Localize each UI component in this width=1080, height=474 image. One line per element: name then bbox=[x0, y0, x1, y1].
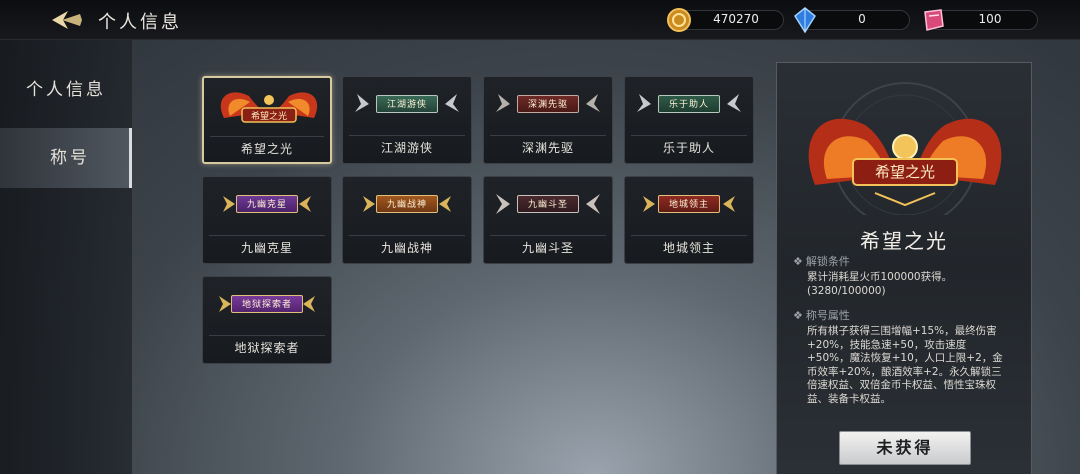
gem-amount: 100 bbox=[978, 12, 1002, 26]
title-badge-art: 江湖游侠 bbox=[343, 77, 471, 135]
title-card-nether-saint[interactable]: 九幽斗圣 九幽斗圣 bbox=[483, 176, 613, 264]
title-name: 乐于助人 bbox=[662, 141, 715, 155]
page-title: 个人信息 bbox=[98, 12, 182, 33]
title-name: 地狱探索者 bbox=[234, 341, 300, 355]
wing-ornament-icon bbox=[359, 192, 377, 216]
title-attributes-text: 所有棋子获得三围增幅+15%，最终伤害+20%，技能急速+50，攻击速度+50%… bbox=[807, 325, 1003, 405]
detail-title: 希望之光 bbox=[860, 229, 948, 253]
unobtained-button[interactable]: 未获得 bbox=[839, 431, 971, 465]
gold-amount: 470270 bbox=[713, 12, 759, 26]
title-badge: 九幽克星 bbox=[235, 195, 299, 213]
card-divider bbox=[631, 135, 747, 136]
title-badge: 深渊先驱 bbox=[516, 95, 580, 113]
unlock-condition-text: 累计消耗星火币100000获得。(3280/100000) bbox=[807, 271, 953, 297]
title-card-abyss-pioneer[interactable]: 深渊先驱 深渊先驱 bbox=[483, 76, 613, 164]
title-badge: 地狱探索者 bbox=[230, 295, 304, 313]
wing-ornament-icon bbox=[721, 192, 739, 216]
wing-ornament-icon bbox=[494, 192, 512, 216]
card-divider bbox=[349, 135, 465, 136]
wing-ornament-icon bbox=[297, 192, 315, 216]
title-card-jianghu-ranger[interactable]: 江湖游侠 江湖游侠 bbox=[342, 76, 472, 164]
title-badge-art: 地城领主 bbox=[625, 177, 753, 235]
title-detail-panel: 希望之光 希望之光 ❖ 解锁条件 累计消耗星火币100000获得。(3280/10… bbox=[776, 62, 1032, 474]
title-name: 深渊先驱 bbox=[521, 141, 574, 155]
crystal-amount: 0 bbox=[858, 12, 866, 26]
gold-currency: 470270 bbox=[667, 8, 784, 32]
title-badge-art: 希望之光 bbox=[204, 78, 330, 136]
wing-ornament-icon bbox=[443, 92, 461, 116]
title-badge: 江湖游侠 bbox=[375, 95, 439, 113]
title-name: 九幽战神 bbox=[380, 241, 433, 255]
title-badge-art: 地狱探索者 bbox=[203, 277, 331, 335]
wing-ornament-icon bbox=[353, 92, 371, 116]
diamond-bullet-icon: ❖ bbox=[793, 309, 803, 322]
title-emblem-art: 希望之光 bbox=[808, 82, 1002, 215]
title-name: 江湖游侠 bbox=[380, 141, 433, 155]
top-bar: 个人信息 470270 0 100 bbox=[0, 0, 1080, 40]
title-badge-art: 九幽战神 bbox=[343, 177, 471, 235]
card-divider bbox=[210, 136, 324, 137]
title-badge: 九幽斗圣 bbox=[516, 195, 580, 213]
card-divider bbox=[631, 235, 747, 236]
title-card-helpful[interactable]: 乐于助人 乐于助人 bbox=[624, 76, 754, 164]
title-name: 地城领主 bbox=[662, 241, 715, 255]
wing-ornament-icon bbox=[494, 92, 512, 116]
title-name: 希望之光 bbox=[240, 142, 293, 156]
title-badge-art: 乐于助人 bbox=[625, 77, 753, 135]
title-badge: 地城领主 bbox=[657, 195, 721, 213]
unlock-condition-label: ❖ 解锁条件 bbox=[793, 255, 850, 268]
title-card-dungeon-lord[interactable]: 地城领主 地城领主 bbox=[624, 176, 754, 264]
title-card-nether-bane[interactable]: 九幽克星 九幽克星 bbox=[202, 176, 332, 264]
tab-personal-info[interactable]: 个人信息 bbox=[0, 60, 132, 120]
title-name: 九幽克星 bbox=[240, 241, 293, 255]
wing-ornament-icon bbox=[584, 92, 602, 116]
gem-currency: 100 bbox=[924, 9, 1038, 31]
wing-ornament-icon bbox=[584, 192, 602, 216]
wing-ornament-icon bbox=[725, 92, 743, 116]
title-badge: 乐于助人 bbox=[657, 95, 721, 113]
wing-ornament-icon bbox=[639, 192, 657, 216]
back-arrow-icon[interactable] bbox=[50, 9, 84, 31]
diamond-bullet-icon: ❖ bbox=[793, 255, 803, 268]
title-card-nether-war-god[interactable]: 九幽战神 九幽战神 bbox=[342, 176, 472, 264]
wing-ornament-icon bbox=[437, 192, 455, 216]
title-badge-art: 九幽克星 bbox=[203, 177, 331, 235]
title-card-hell-explorer[interactable]: 地狱探索者 地狱探索者 bbox=[202, 276, 332, 364]
card-divider bbox=[490, 235, 606, 236]
card-divider bbox=[349, 235, 465, 236]
title-name: 九幽斗圣 bbox=[521, 241, 574, 255]
wing-ornament-icon bbox=[219, 192, 237, 216]
card-divider bbox=[209, 335, 325, 336]
card-divider bbox=[490, 135, 606, 136]
title-card-hope-light[interactable]: 希望之光 希望之光 bbox=[202, 76, 332, 164]
card-divider bbox=[209, 235, 325, 236]
title-badge-art: 九幽斗圣 bbox=[484, 177, 612, 235]
badge-label: 希望之光 bbox=[251, 110, 287, 122]
crystal-currency: 0 bbox=[794, 7, 910, 34]
wing-ornament-icon bbox=[635, 92, 653, 116]
tab-titles[interactable]: 称号 bbox=[0, 128, 132, 188]
title-attributes-label: ❖ 称号属性 bbox=[793, 309, 850, 322]
wing-ornament-icon bbox=[301, 292, 319, 316]
sidebar: 个人信息 称号 bbox=[0, 40, 132, 474]
title-badge: 九幽战神 bbox=[375, 195, 439, 213]
title-badge-art: 深渊先驱 bbox=[484, 77, 612, 135]
emblem-label: 希望之光 bbox=[875, 163, 935, 181]
